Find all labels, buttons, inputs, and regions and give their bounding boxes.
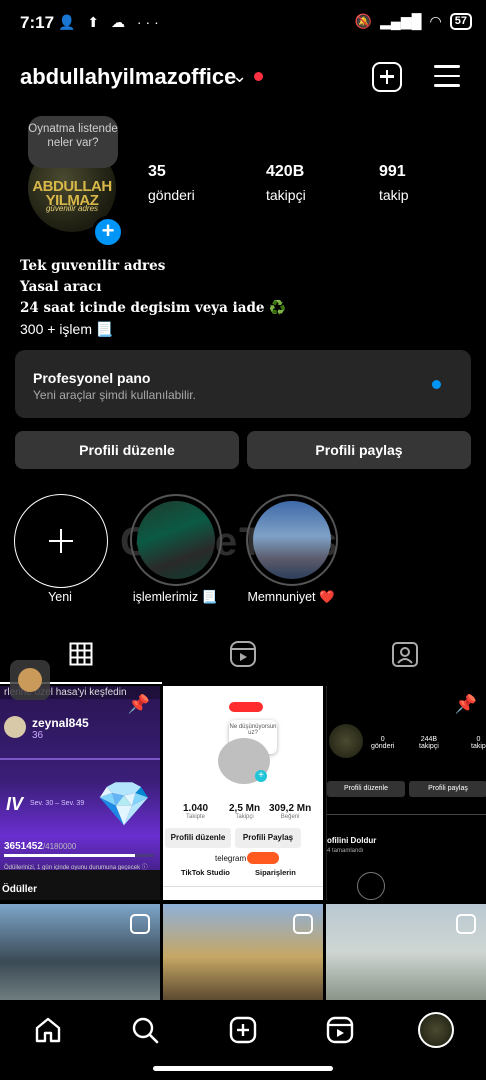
avatar-logo-tagline: güvenilir adres: [45, 204, 99, 213]
grid-reel[interactable]: [326, 904, 486, 1000]
stat-following[interactable]: 991 takip: [379, 163, 409, 203]
grid-reel[interactable]: [163, 904, 323, 1000]
gem-count: 36: [32, 730, 44, 741]
reel-icon: [130, 914, 150, 934]
stat-followers[interactable]: 420B takipçi: [266, 163, 306, 203]
share-button: Profili Paylaş: [235, 828, 301, 848]
reel-icon: [293, 914, 313, 934]
level-dates: Sev. 30 – Sev. 39: [30, 800, 85, 807]
telegram-text: telegram: [215, 854, 247, 863]
search-icon[interactable]: [131, 1016, 159, 1044]
create-icon[interactable]: [229, 1016, 257, 1044]
notification-dot: [254, 72, 263, 81]
profile-bio: Tek guvenilir adres Yasal aracı 24 saat …: [20, 256, 286, 340]
home-indicator[interactable]: [153, 1066, 333, 1071]
grid-post[interactable]: Ne düşünüyorsun uz? + 1.040 Takipte 2,5 M…: [163, 686, 323, 900]
redacted-mark: [247, 852, 279, 864]
status-right-icons: 🔕 ▂▄▆█ ◠ 57: [355, 13, 472, 30]
stat-followers-label: takipçi: [266, 187, 306, 203]
profile-nav-avatar[interactable]: [418, 1012, 454, 1048]
progress-bar: [4, 854, 154, 857]
mini-edit-button: Profili düzenle: [327, 781, 405, 797]
home-icon[interactable]: [34, 1016, 62, 1044]
stat-posts-label: gönderi: [148, 187, 195, 203]
add-story-icon[interactable]: +: [92, 216, 124, 248]
redacted-mark: [229, 702, 263, 712]
mute-icon: 🔕: [354, 13, 373, 29]
stat: 2,5 Mn Takipçi: [229, 803, 261, 820]
post-username: zeynal845: [32, 716, 89, 730]
new-highlight-button[interactable]: [14, 494, 108, 588]
orders-link: Siparişlerin: [255, 868, 296, 877]
status-time: 7:17: [20, 13, 55, 32]
grid-icon[interactable]: [69, 642, 93, 666]
wifi-icon: ◠: [429, 13, 442, 29]
bio-line: 24 saat icinde degisim veya iade ♻️: [20, 300, 286, 316]
level-badge: IV: [6, 794, 24, 814]
mini-stat: 0 takip: [471, 736, 486, 750]
divider: [327, 814, 486, 815]
highlight-label: işlemlerimiz 📃: [132, 590, 218, 604]
pin-icon: 📌: [454, 694, 477, 714]
pro-panel-subtitle: Yeni araçlar şimdi kullanılabilir.: [33, 388, 196, 402]
progress-track: [0, 758, 160, 760]
fill-profile-title: ofilini Doldur: [327, 836, 377, 845]
reels-icon[interactable]: [229, 640, 257, 668]
highlight-islemlerimiz[interactable]: [130, 494, 222, 586]
professional-dashboard[interactable]: Profesyonel pano Yeni araçlar şimdi kull…: [15, 350, 471, 418]
chevron-down-icon[interactable]: ⌄: [232, 66, 247, 87]
pin-icon: 📌: [127, 694, 150, 714]
highlight-label: Yeni: [48, 590, 72, 604]
edit-profile-button[interactable]: Profili düzenle: [15, 431, 239, 469]
stat-posts[interactable]: 35 gönderi: [148, 163, 195, 203]
share-profile-button[interactable]: Profili paylaş: [247, 431, 471, 469]
highlight-label: Memnuniyet ❤️: [247, 590, 335, 604]
edit-button: Profili düzenle: [165, 828, 231, 848]
fill-profile-subtitle: 4 tamamlandı: [327, 848, 364, 854]
add-icon: +: [255, 770, 267, 782]
create-post-icon[interactable]: [372, 62, 402, 92]
bio-line: Tek guvenilir adres: [20, 258, 166, 274]
grid-post[interactable]: 📌 0 gönderi 244B takipçi 0 takip Profili dü…: [326, 686, 486, 900]
mini-stat: 0 gönderi: [371, 736, 395, 750]
profile-tabs: [0, 632, 486, 684]
stat: 1.040 Takipte: [183, 803, 209, 820]
battery-icon: 57: [449, 13, 472, 30]
grid-reel[interactable]: [0, 904, 160, 1000]
reel-icon: [456, 914, 476, 934]
menu-icon[interactable]: [434, 65, 460, 87]
progress-value: 3651452/4180000: [4, 841, 77, 852]
stat-following-number: 991: [379, 163, 406, 180]
note-bubble[interactable]: Oynatma listende neler var?: [28, 116, 118, 168]
floating-bubble[interactable]: [10, 660, 50, 700]
stat-following-label: takip: [379, 187, 409, 203]
stat: 309,2 Mn Beğeni: [269, 803, 312, 820]
mini-stat: 244B takipçi: [419, 736, 439, 750]
bio-line: Yasal aracı: [20, 279, 102, 295]
stat-posts-number: 35: [148, 163, 166, 180]
status-bar: 7:17 👤 ⬆ ☁ ··· 🔕 ▂▄▆█ ◠ 57: [0, 0, 486, 44]
bio-line: 300 + işlem 📃: [20, 321, 114, 337]
diamond-icon: 💎: [96, 780, 152, 829]
stat-followers-number: 420B: [266, 163, 305, 180]
grid-post[interactable]: rlerine özel hasa'yi keşfedin 📌 zeynal84…: [0, 686, 160, 900]
signal-icon: ▂▄▆█: [380, 13, 422, 29]
divider: [163, 886, 323, 887]
pro-panel-title: Profesyonel pano: [33, 370, 151, 386]
reels-nav-icon[interactable]: [326, 1016, 354, 1044]
post-footer: Ödüller: [0, 870, 160, 900]
status-notification-icons: 👤 ⬆ ☁ ···: [58, 14, 163, 30]
mini-avatar: [329, 724, 363, 758]
tagged-icon[interactable]: [391, 640, 419, 668]
person-icon: [357, 872, 385, 900]
highlight-memnuniyet[interactable]: [246, 494, 338, 586]
profile-username[interactable]: abdullahyilmazoffice: [20, 64, 236, 90]
user-avatar: [4, 716, 26, 738]
mini-share-button: Profili paylaş: [409, 781, 486, 797]
new-indicator-dot: [432, 380, 441, 389]
tiktok-studio-link: TikTok Studio: [181, 868, 230, 877]
